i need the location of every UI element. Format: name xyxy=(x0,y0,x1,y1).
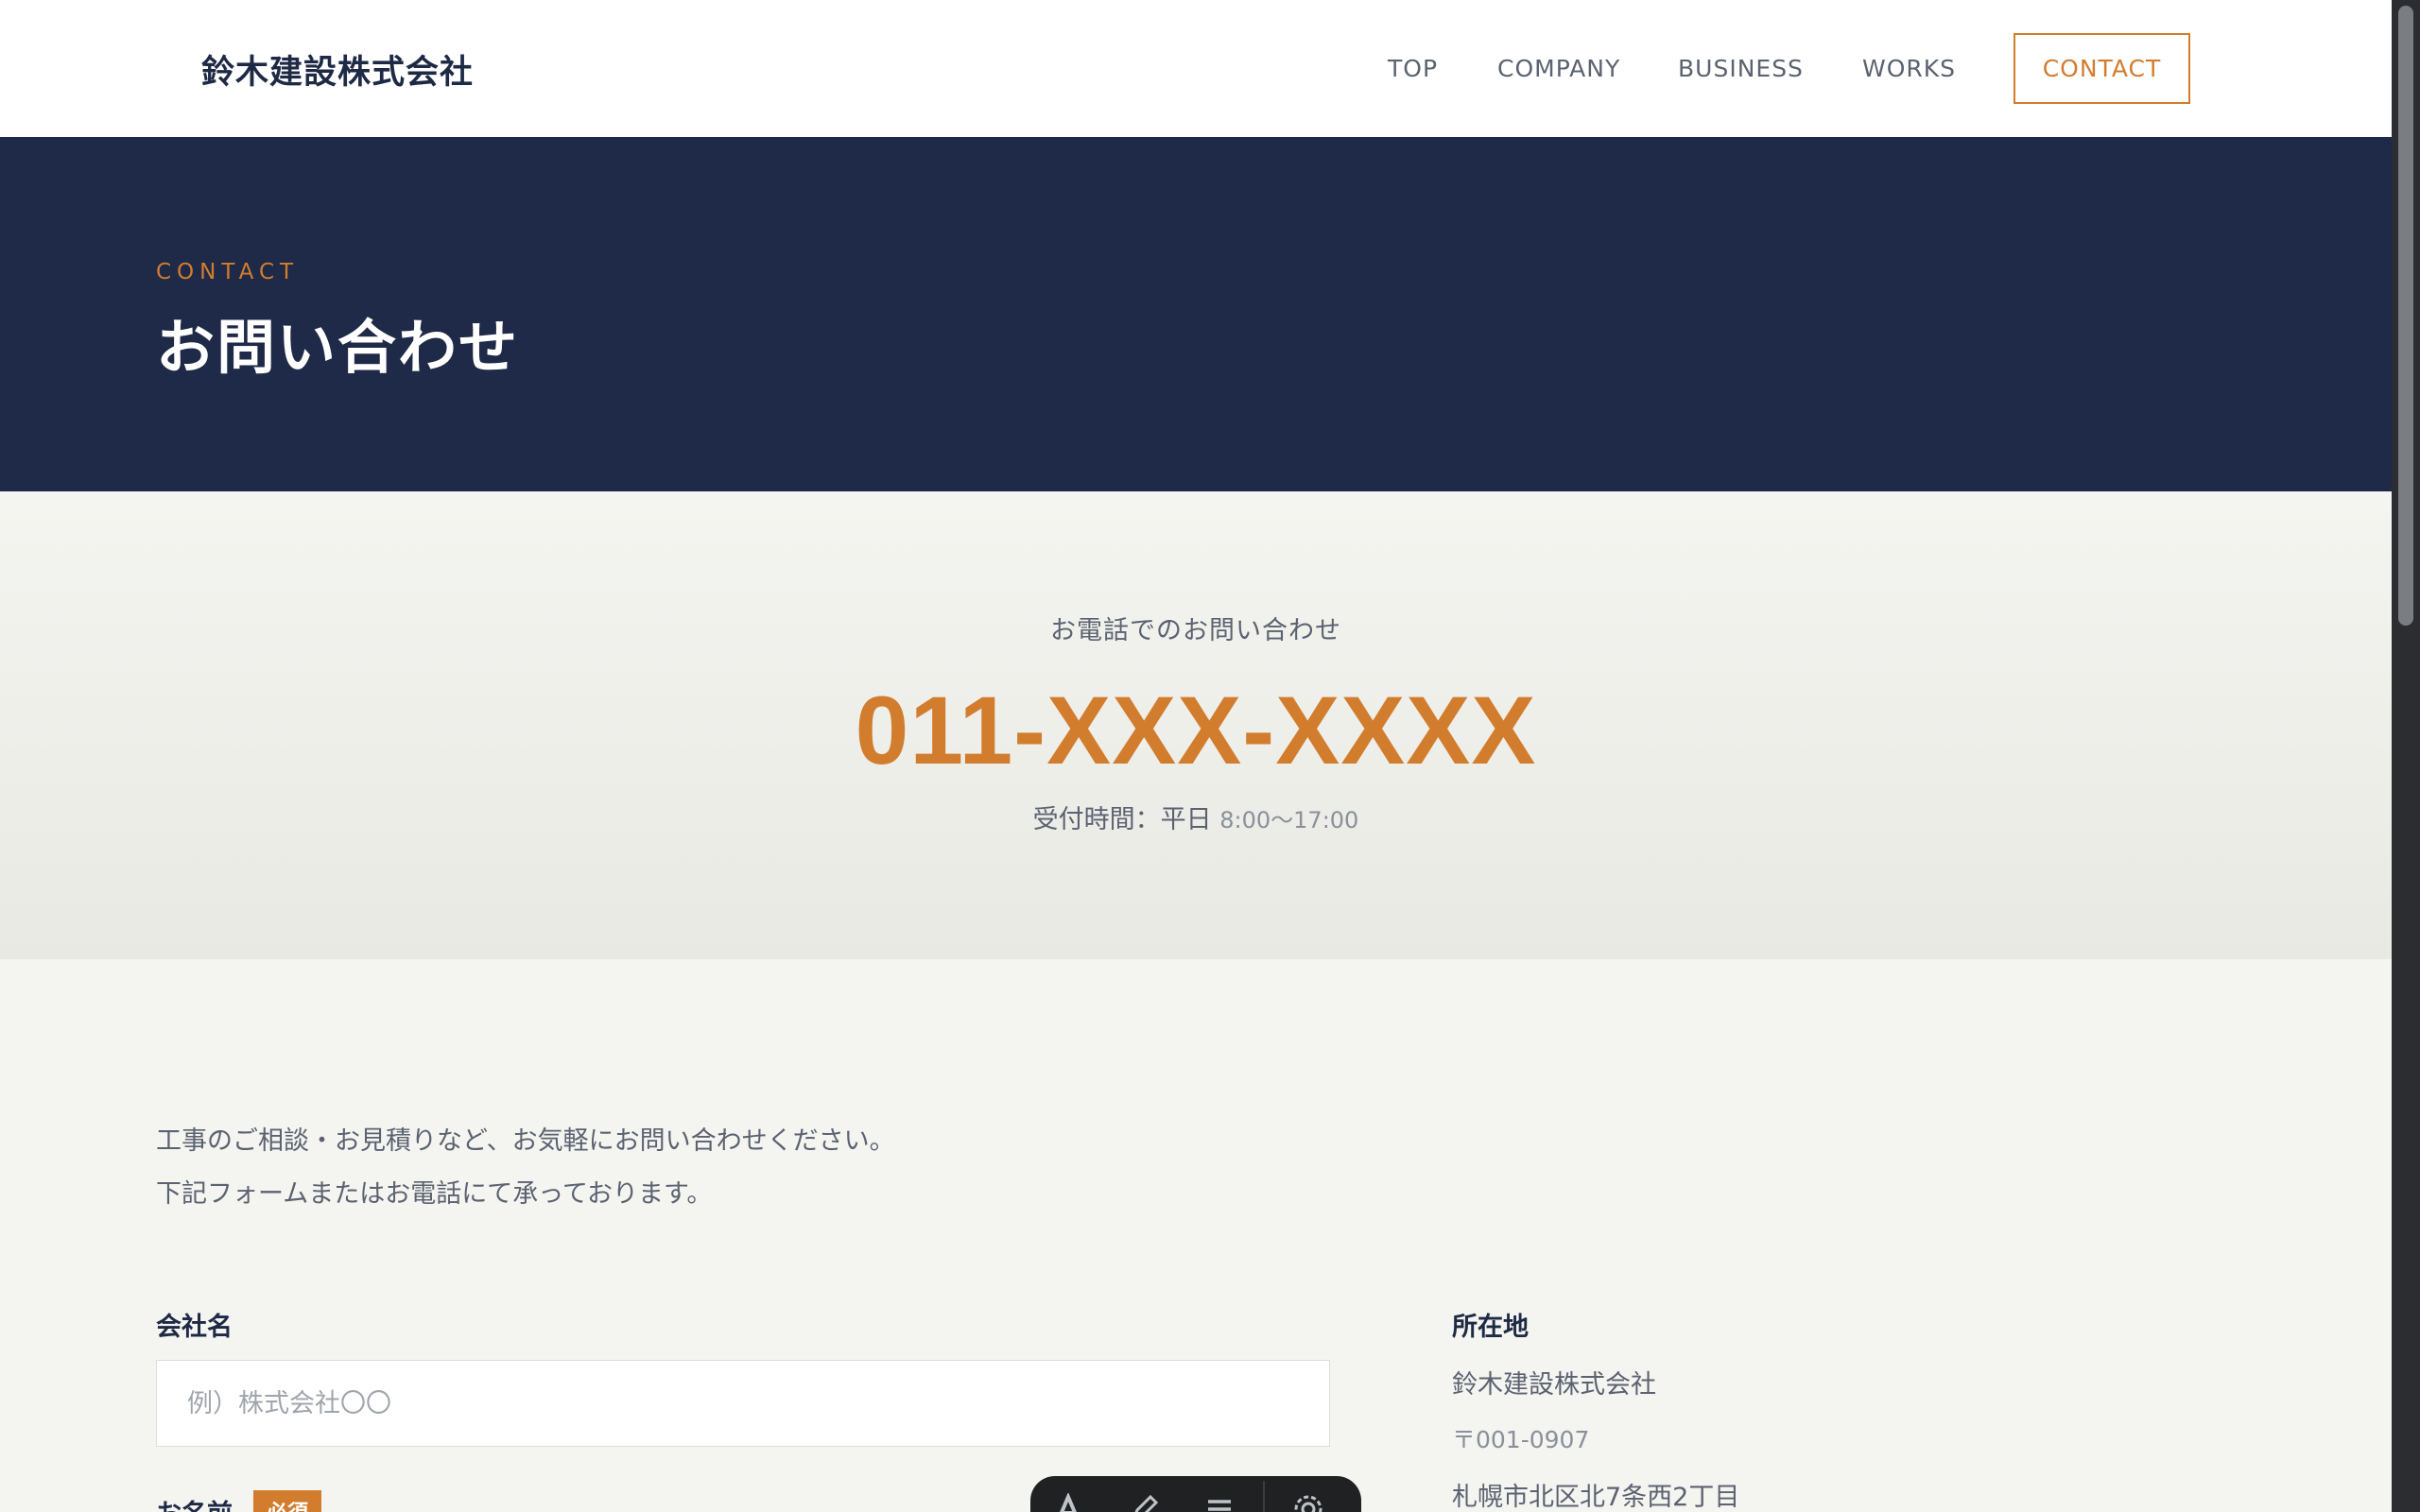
intro-line-2: 下記フォームまたはお電話にて承っております。 xyxy=(156,1179,713,1209)
intro-line-1: 工事のご相談・お見積りなど、お気軽にお問い合わせください。 xyxy=(156,1126,895,1156)
list-icon[interactable] xyxy=(1182,1481,1257,1512)
hero-eyebrow: CONTACT xyxy=(156,260,300,284)
floating-toolbar xyxy=(1030,1476,1361,1512)
name-label: お名前 xyxy=(156,1493,233,1512)
address-postal: 〒001-0907 xyxy=(1452,1426,1590,1453)
company-label: 会社名 xyxy=(156,1313,233,1342)
address-block: 所在地 鈴木建設株式会社 〒001-0907 札幌市北区北7条西2丁目 xyxy=(1452,1306,1739,1512)
phone-hours: 受付時間：平日 8:00〜17:00 xyxy=(0,799,2392,835)
gear-icon[interactable] xyxy=(1270,1481,1346,1512)
nav-contact-button[interactable]: CONTACT xyxy=(2014,33,2190,104)
phone-hours-time: 8:00〜17:00 xyxy=(1219,807,1359,833)
nav-item-works[interactable]: WORKS xyxy=(1862,55,1956,82)
page-hero: CONTACT お問い合わせ xyxy=(0,137,2392,491)
phone-contact-section: お電話でのお問い合わせ 011-XXX-XXXX 受付時間：平日 8:00〜17… xyxy=(0,491,2392,959)
name-label-row: お名前 必須 xyxy=(156,1490,322,1512)
nav-item-top[interactable]: TOP xyxy=(1388,55,1438,82)
site-logo[interactable]: 鈴木建設株式会社 xyxy=(201,45,474,94)
address-company: 鈴木建設株式会社 xyxy=(1452,1370,1656,1400)
phone-number[interactable]: 011-XXX-XXXX xyxy=(0,676,2392,786)
nav-item-company[interactable]: COMPANY xyxy=(1497,55,1620,82)
address-title: 所在地 xyxy=(1452,1313,1529,1342)
scrollbar-thumb[interactable] xyxy=(2398,6,2413,626)
required-badge: 必須 xyxy=(253,1490,322,1512)
site-header: 鈴木建設株式会社 TOP COMPANY BUSINESS WORKS CONT… xyxy=(0,0,2392,137)
address-street: 札幌市北区北7条西2丁目 xyxy=(1452,1483,1740,1512)
field-company: 会社名 xyxy=(156,1306,1330,1447)
page-title: お問い合わせ xyxy=(156,313,520,382)
company-input[interactable] xyxy=(156,1360,1330,1447)
text-icon[interactable] xyxy=(1030,1481,1106,1512)
nav-item-business[interactable]: BUSINESS xyxy=(1678,55,1804,82)
toolbar-divider xyxy=(1263,1481,1265,1512)
contact-form: 会社名 お名前 必須 xyxy=(156,1306,1330,1512)
phone-hours-prefix: 受付時間：平日 xyxy=(1032,805,1212,834)
phone-label: お電話でのお問い合わせ xyxy=(1050,616,1341,645)
scrollbar[interactable] xyxy=(2392,0,2420,1512)
field-name: お名前 必須 xyxy=(156,1490,322,1512)
intro-text: 工事のご相談・お見積りなど、お気軽にお問い合わせください。 下記フォームまたはお… xyxy=(156,1115,895,1221)
pen-icon[interactable] xyxy=(1106,1481,1182,1512)
